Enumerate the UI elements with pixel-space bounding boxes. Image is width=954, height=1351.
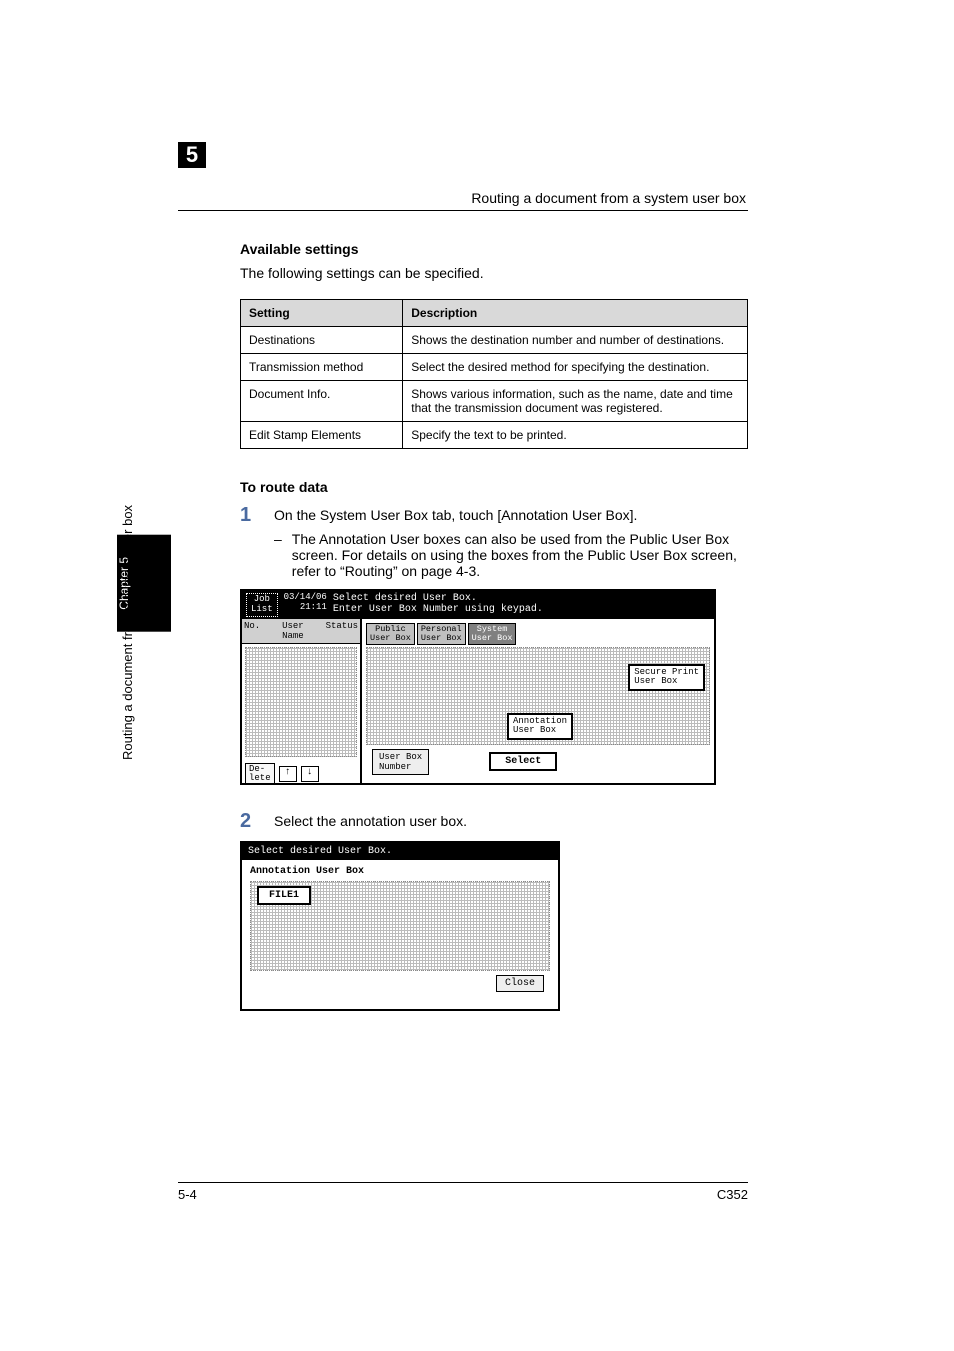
secure-print-user-box-button[interactable]: Secure Print User Box bbox=[628, 664, 705, 691]
arrow-down-button[interactable]: ↓ bbox=[301, 766, 319, 782]
screenshot-annotation-box-select: Select desired User Box. Annotation User… bbox=[240, 841, 560, 1011]
table-row: Document Info. Shows various information… bbox=[241, 381, 748, 422]
screen-title-line2: Enter User Box Number using keypad. bbox=[333, 604, 710, 615]
annotation-box-list: FILE1 bbox=[250, 881, 550, 971]
table-cell-setting: Transmission method bbox=[241, 354, 403, 381]
step-number: 1 bbox=[240, 505, 262, 525]
side-section-title: Routing a document from a system user bo… bbox=[120, 505, 135, 760]
settings-table: Setting Description Destinations Shows t… bbox=[240, 299, 748, 449]
heading-to-route-data: To route data bbox=[240, 479, 748, 495]
table-header-setting: Setting bbox=[241, 300, 403, 327]
step-text: On the System User Box tab, touch [Annot… bbox=[274, 505, 748, 523]
box-area: Secure Print User Box Annotation User Bo… bbox=[366, 647, 710, 745]
timestamp: 03/14/06 21:11 bbox=[284, 593, 327, 613]
tab-public-user-box[interactable]: Public User Box bbox=[366, 623, 415, 645]
close-button[interactable]: Close bbox=[496, 975, 544, 992]
step-text: Select the annotation user box. bbox=[274, 811, 748, 829]
table-cell-description: Shows various information, such as the n… bbox=[403, 381, 748, 422]
annotation-user-box-label: Annotation User Box bbox=[250, 866, 550, 877]
arrow-up-button[interactable]: ↑ bbox=[279, 766, 297, 782]
page-header-breadcrumb: Routing a document from a system user bo… bbox=[471, 190, 746, 206]
table-row: Destinations Shows the destination numbe… bbox=[241, 327, 748, 354]
table-cell-setting: Destinations bbox=[241, 327, 403, 354]
table-cell-description: Specify the text to be printed. bbox=[403, 422, 748, 449]
col-user-name: User Name bbox=[282, 621, 304, 641]
screen-title-line1: Select desired User Box. bbox=[333, 593, 710, 604]
chapter-number: 5 bbox=[178, 142, 206, 168]
table-cell-description: Select the desired method for specifying… bbox=[403, 354, 748, 381]
step-number: 2 bbox=[240, 811, 262, 831]
job-list-panel: No. User Name Status De- lete ↑ ↓ bbox=[242, 619, 362, 785]
step-1: 1 On the System User Box tab, touch [Ann… bbox=[240, 505, 748, 525]
file1-button[interactable]: FILE1 bbox=[257, 886, 311, 905]
tab-system-user-box[interactable]: System User Box bbox=[468, 623, 517, 645]
table-header-description: Description bbox=[403, 300, 748, 327]
delete-button[interactable]: De- lete bbox=[245, 763, 275, 785]
table-row: Transmission method Select the desired m… bbox=[241, 354, 748, 381]
screen-title: Select desired User Box. bbox=[242, 843, 558, 860]
job-list-tab[interactable]: Job List bbox=[246, 593, 278, 617]
annotation-user-box-button[interactable]: Annotation User Box bbox=[507, 713, 573, 740]
step-1-sub: – The Annotation User boxes can also be … bbox=[274, 531, 748, 579]
step-2: 2 Select the annotation user box. bbox=[240, 811, 748, 831]
screenshot-user-box-select: Job List 03/14/06 21:11 Select desired U… bbox=[240, 589, 716, 785]
col-status: Status bbox=[326, 621, 358, 641]
table-cell-setting: Edit Stamp Elements bbox=[241, 422, 403, 449]
model-number: C352 bbox=[717, 1187, 748, 1202]
tab-personal-user-box[interactable]: Personal User Box bbox=[417, 623, 466, 645]
table-cell-description: Shows the destination number and number … bbox=[403, 327, 748, 354]
col-no: No. bbox=[244, 621, 260, 641]
heading-available-settings: Available settings bbox=[240, 241, 748, 257]
header-divider bbox=[178, 210, 748, 211]
table-cell-setting: Document Info. bbox=[241, 381, 403, 422]
sub-step-text: The Annotation User boxes can also be us… bbox=[292, 531, 748, 579]
dash-icon: – bbox=[274, 531, 282, 579]
page-number: 5-4 bbox=[178, 1187, 197, 1202]
intro-paragraph: The following settings can be specified. bbox=[240, 265, 748, 281]
user-box-number-button[interactable]: User Box Number bbox=[372, 749, 429, 775]
select-button[interactable]: Select bbox=[489, 752, 557, 771]
table-row: Edit Stamp Elements Specify the text to … bbox=[241, 422, 748, 449]
job-list-area bbox=[245, 647, 357, 757]
